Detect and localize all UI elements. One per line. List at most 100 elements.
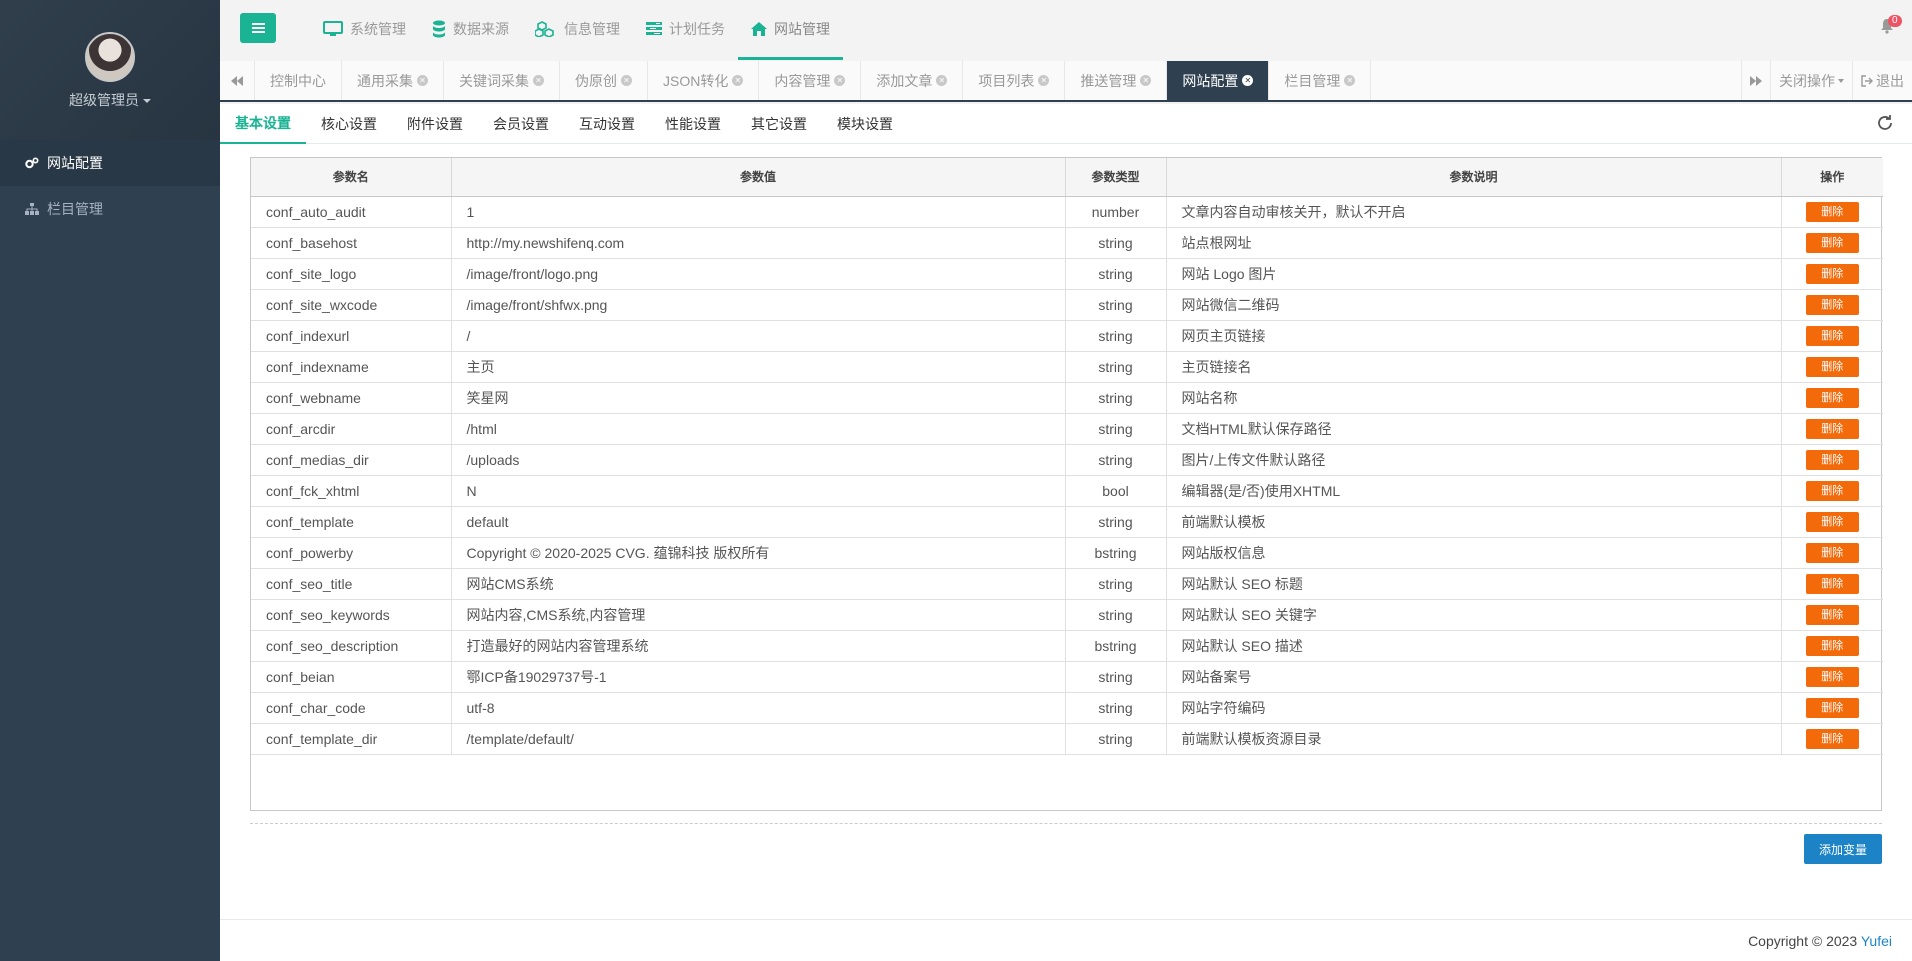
cell-param-value[interactable]: 1 bbox=[451, 196, 1066, 228]
delete-button[interactable]: 删除 bbox=[1805, 232, 1859, 253]
close-operations-dropdown[interactable]: 关闭操作 bbox=[1770, 61, 1852, 100]
close-icon[interactable]: ✕ bbox=[1344, 75, 1356, 86]
cell-param-value[interactable]: N bbox=[451, 475, 1066, 507]
cell-param-value[interactable]: 网站CMS系统 bbox=[451, 568, 1066, 600]
cell-param-desc[interactable]: 主页链接名 bbox=[1166, 351, 1782, 383]
cell-param-value[interactable]: 鄂ICP备19029737号-1 bbox=[451, 661, 1066, 693]
subtab-interaction[interactable]: 互动设置 bbox=[564, 104, 650, 144]
tab-push-manage[interactable]: 推送管理 ✕ bbox=[1065, 61, 1168, 100]
tab-json-convert[interactable]: JSON转化 ✕ bbox=[648, 61, 760, 100]
cell-param-desc[interactable]: 网站默认 SEO 关键字 bbox=[1166, 599, 1782, 631]
delete-button[interactable]: 删除 bbox=[1805, 511, 1859, 532]
delete-button[interactable]: 删除 bbox=[1805, 201, 1859, 222]
cell-param-desc[interactable]: 网站字符编码 bbox=[1166, 692, 1782, 724]
cell-param-desc[interactable]: 网站名称 bbox=[1166, 382, 1782, 414]
delete-button[interactable]: 删除 bbox=[1805, 356, 1859, 377]
close-icon[interactable]: ✕ bbox=[936, 75, 948, 86]
tab-project-list[interactable]: 项目列表 ✕ bbox=[963, 61, 1066, 100]
delete-button[interactable]: 删除 bbox=[1805, 325, 1859, 346]
tab-keyword-collect[interactable]: 关键词采集 ✕ bbox=[444, 61, 560, 100]
add-variable-button[interactable]: 添加变量 bbox=[1804, 834, 1882, 864]
topnav-item-site[interactable]: 网站管理 bbox=[738, 0, 843, 60]
close-icon[interactable]: ✕ bbox=[1140, 75, 1152, 86]
close-icon[interactable]: ✕ bbox=[533, 75, 544, 86]
delete-button[interactable]: 删除 bbox=[1805, 480, 1859, 501]
tabs-scroll-right-button[interactable] bbox=[1741, 61, 1770, 100]
tab-add-article[interactable]: 添加文章 ✕ bbox=[861, 61, 964, 100]
delete-button[interactable]: 删除 bbox=[1805, 263, 1859, 284]
tab-general-collect[interactable]: 通用采集 ✕ bbox=[342, 61, 444, 100]
sidebar-item-site-config[interactable]: 网站配置 bbox=[0, 140, 220, 186]
topnav-item-info[interactable]: 信息管理 bbox=[522, 0, 633, 58]
refresh-button[interactable] bbox=[1876, 114, 1894, 135]
delete-button[interactable]: 删除 bbox=[1805, 666, 1859, 687]
close-icon[interactable]: ✕ bbox=[1242, 75, 1254, 86]
close-icon[interactable]: ✕ bbox=[621, 75, 632, 86]
cell-param-desc[interactable]: 网页主页链接 bbox=[1166, 320, 1782, 352]
delete-button[interactable]: 删除 bbox=[1805, 728, 1859, 749]
tab-dashboard[interactable]: 控制中心 bbox=[255, 61, 342, 100]
cell-param-value[interactable]: 主页 bbox=[451, 351, 1066, 383]
avatar[interactable] bbox=[85, 32, 135, 82]
delete-button[interactable]: 删除 bbox=[1805, 604, 1859, 625]
tab-site-config[interactable]: 网站配置 ✕ bbox=[1167, 61, 1270, 100]
topnav-item-datasource[interactable]: 数据来源 bbox=[419, 0, 522, 58]
user-menu[interactable]: 超级管理员 bbox=[0, 90, 220, 110]
cell-param-desc[interactable]: 图片/上传文件默认路径 bbox=[1166, 444, 1782, 476]
cell-param-desc[interactable]: 文档HTML默认保存路径 bbox=[1166, 413, 1782, 445]
col-header-type[interactable]: 参数类型 bbox=[1065, 158, 1167, 197]
col-header-name[interactable]: 参数名 bbox=[251, 158, 452, 197]
subtab-attachment[interactable]: 附件设置 bbox=[392, 104, 478, 144]
cell-param-value[interactable]: http://my.newshifenq.com bbox=[451, 227, 1066, 259]
tab-pseudo-original[interactable]: 伪原创 ✕ bbox=[560, 61, 648, 100]
cell-param-desc[interactable]: 前端默认模板资源目录 bbox=[1166, 723, 1782, 755]
cell-param-value[interactable]: default bbox=[451, 506, 1066, 538]
delete-button[interactable]: 删除 bbox=[1805, 635, 1859, 656]
delete-button[interactable]: 删除 bbox=[1805, 573, 1859, 594]
close-icon[interactable]: ✕ bbox=[1038, 75, 1050, 86]
cell-param-value[interactable]: / bbox=[451, 320, 1066, 352]
cell-param-value[interactable]: Copyright © 2020-2025 CVG. 蕴锦科技 版权所有 bbox=[451, 537, 1066, 569]
cell-param-value[interactable]: /template/default/ bbox=[451, 723, 1066, 755]
cell-param-desc[interactable]: 前端默认模板 bbox=[1166, 506, 1782, 538]
delete-button[interactable]: 删除 bbox=[1805, 418, 1859, 439]
cell-param-desc[interactable]: 网站备案号 bbox=[1166, 661, 1782, 693]
subtab-performance[interactable]: 性能设置 bbox=[650, 104, 736, 144]
cell-param-value[interactable]: /image/front/shfwx.png bbox=[451, 289, 1066, 321]
delete-button[interactable]: 删除 bbox=[1805, 697, 1859, 718]
cell-param-desc[interactable]: 网站默认 SEO 描述 bbox=[1166, 630, 1782, 662]
footer-link[interactable]: Yufei bbox=[1861, 933, 1892, 949]
cell-param-value[interactable]: /uploads bbox=[451, 444, 1066, 476]
topnav-item-tasks[interactable]: 计划任务 bbox=[633, 0, 738, 58]
close-icon[interactable]: ✕ bbox=[732, 75, 744, 86]
cell-param-value[interactable]: utf-8 bbox=[451, 692, 1066, 724]
cell-param-desc[interactable]: 站点根网址 bbox=[1166, 227, 1782, 259]
cell-param-desc[interactable]: 编辑器(是/否)使用XHTML bbox=[1166, 475, 1782, 507]
logout-button[interactable]: 退出 bbox=[1852, 61, 1912, 100]
delete-button[interactable]: 删除 bbox=[1805, 387, 1859, 408]
topnav-item-system[interactable]: 系统管理 bbox=[310, 0, 419, 58]
tab-column-manage[interactable]: 栏目管理 ✕ bbox=[1269, 61, 1372, 100]
cell-param-desc[interactable]: 网站 Logo 图片 bbox=[1166, 258, 1782, 290]
cell-param-desc[interactable]: 网站微信二维码 bbox=[1166, 289, 1782, 321]
delete-button[interactable]: 删除 bbox=[1805, 294, 1859, 315]
col-header-value[interactable]: 参数值 bbox=[451, 158, 1066, 197]
cell-param-value[interactable]: 网站内容,CMS系统,内容管理 bbox=[451, 599, 1066, 631]
subtab-other[interactable]: 其它设置 bbox=[736, 104, 822, 144]
cell-param-value[interactable]: /html bbox=[451, 413, 1066, 445]
col-header-desc[interactable]: 参数说明 bbox=[1166, 158, 1782, 197]
cell-param-value[interactable]: /image/front/logo.png bbox=[451, 258, 1066, 290]
cell-param-desc[interactable]: 网站版权信息 bbox=[1166, 537, 1782, 569]
user-name[interactable]: 超级管理员 bbox=[69, 92, 139, 108]
subtab-basic[interactable]: 基本设置 bbox=[220, 104, 306, 144]
tabs-scroll-left-button[interactable] bbox=[220, 61, 255, 100]
menu-toggle-button[interactable] bbox=[240, 13, 276, 43]
subtab-member[interactable]: 会员设置 bbox=[478, 104, 564, 144]
close-icon[interactable]: ✕ bbox=[834, 75, 846, 86]
tab-content-manage[interactable]: 内容管理 ✕ bbox=[759, 61, 862, 100]
delete-button[interactable]: 删除 bbox=[1805, 449, 1859, 470]
cell-param-desc[interactable]: 网站默认 SEO 标题 bbox=[1166, 568, 1782, 600]
sidebar-item-column-manage[interactable]: 栏目管理 bbox=[0, 186, 220, 232]
subtab-module[interactable]: 模块设置 bbox=[822, 104, 908, 144]
close-icon[interactable]: ✕ bbox=[417, 75, 428, 86]
